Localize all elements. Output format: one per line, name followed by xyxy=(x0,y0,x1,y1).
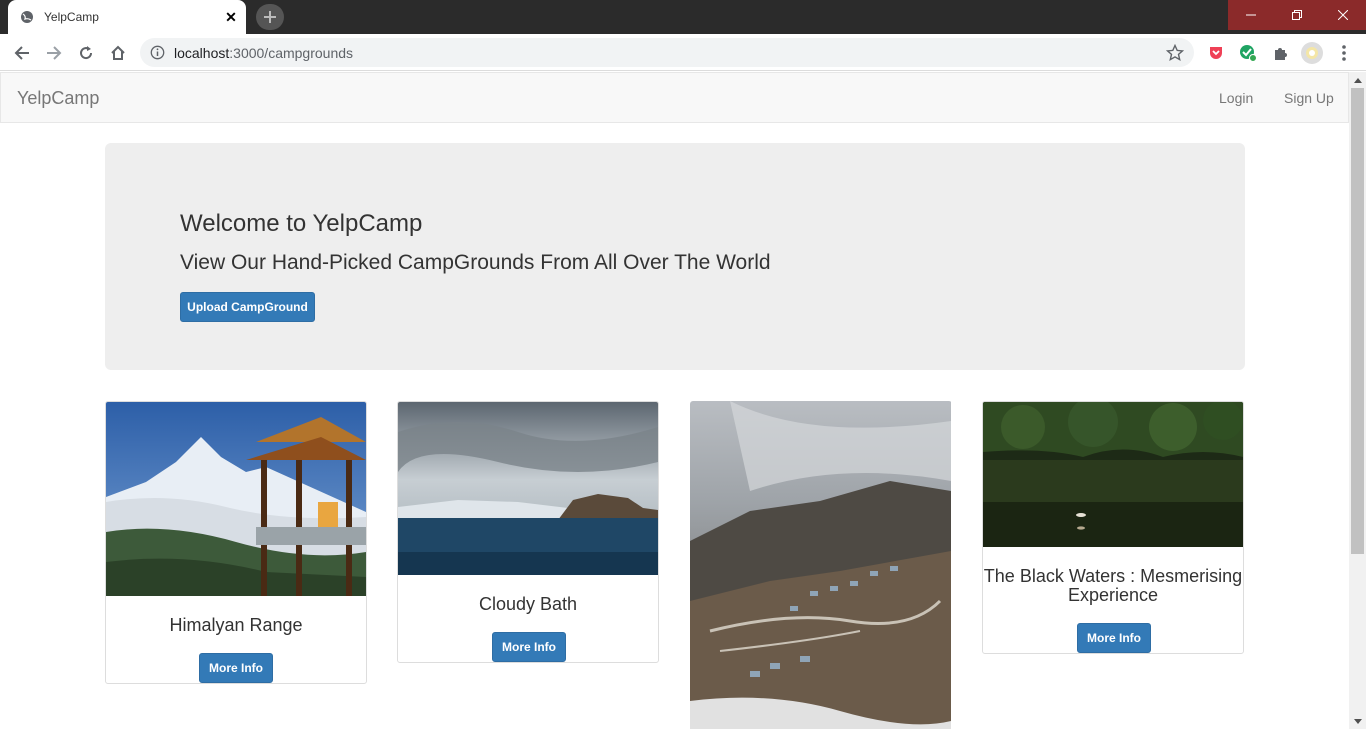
reload-button[interactable] xyxy=(75,42,97,64)
window-restore-button[interactable] xyxy=(1274,0,1320,30)
url-host: localhost xyxy=(174,45,230,61)
scroll-down-arrow-icon[interactable] xyxy=(1349,713,1366,729)
browser-menu-button[interactable] xyxy=(1333,42,1355,64)
campground-image xyxy=(398,402,658,575)
grammarly-extension-button[interactable] xyxy=(1237,42,1259,64)
window-minimize-button[interactable] xyxy=(1228,0,1274,30)
more-info-button[interactable]: More Info xyxy=(1077,623,1151,653)
campground-card: Himalyan Range More Info xyxy=(105,401,367,684)
plus-icon xyxy=(264,11,276,23)
avatar-icon xyxy=(1301,42,1323,64)
page-viewport: YelpCamp Login Sign Up Welcome to YelpCa… xyxy=(0,72,1349,729)
scroll-up-arrow-icon[interactable] xyxy=(1349,72,1366,88)
kebab-menu-icon xyxy=(1342,45,1346,61)
bookmark-star-icon[interactable] xyxy=(1166,44,1184,62)
campground-card: Cloudy Bath More Info xyxy=(397,401,659,663)
url-text[interactable]: localhost:3000/campgrounds xyxy=(174,45,353,61)
campground-image xyxy=(983,402,1243,547)
url-path: :3000/campgrounds xyxy=(229,45,354,61)
profile-avatar[interactable] xyxy=(1301,42,1323,64)
window-close-button[interactable] xyxy=(1320,0,1366,30)
puzzle-icon xyxy=(1275,48,1287,60)
minimize-icon xyxy=(1246,14,1256,16)
globe-icon xyxy=(21,11,33,23)
arrow-left-icon xyxy=(14,46,29,60)
tab-close-icon[interactable]: ✕ xyxy=(222,8,240,26)
scrollbar-thumb[interactable] xyxy=(1351,88,1364,554)
extensions-button[interactable] xyxy=(1269,42,1291,64)
restore-icon xyxy=(1292,10,1302,20)
upload-campground-button[interactable]: Upload CampGround xyxy=(180,292,315,322)
site-navbar: YelpCamp Login Sign Up xyxy=(0,72,1349,123)
campground-name: The Black Waters : Mesmerising Experienc… xyxy=(983,566,1243,605)
home-icon xyxy=(111,45,125,60)
login-link[interactable]: Login xyxy=(1219,90,1253,106)
jumbotron-subtitle: View Our Hand-Picked CampGrounds From Al… xyxy=(180,251,771,274)
pocket-extension-button[interactable] xyxy=(1205,42,1227,64)
back-button[interactable] xyxy=(11,42,33,64)
browser-titlebar: YelpCamp ✕ xyxy=(0,0,1366,34)
campground-card: The Black Waters : Mesmerising Experienc… xyxy=(982,401,1244,654)
extension-shield-icon xyxy=(1240,45,1257,62)
address-bar[interactable]: localhost:3000/campgrounds xyxy=(140,38,1194,67)
campground-card xyxy=(690,401,952,729)
jumbotron: Welcome to YelpCamp View Our Hand-Picked… xyxy=(105,143,1245,370)
campground-image xyxy=(106,402,366,596)
signup-link[interactable]: Sign Up xyxy=(1284,90,1334,106)
reload-icon xyxy=(80,46,93,60)
more-info-button[interactable]: More Info xyxy=(199,653,273,683)
info-icon[interactable] xyxy=(150,45,165,60)
more-info-button[interactable]: More Info xyxy=(492,632,566,662)
campground-name: Cloudy Bath xyxy=(478,594,578,614)
tab-title: YelpCamp xyxy=(44,10,99,24)
home-button[interactable] xyxy=(107,42,129,64)
jumbotron-title: Welcome to YelpCamp xyxy=(180,210,423,237)
forward-button[interactable] xyxy=(43,42,65,64)
new-tab-button[interactable] xyxy=(256,4,284,30)
close-icon xyxy=(1338,10,1348,20)
pocket-icon xyxy=(1210,47,1222,59)
page-scrollbar[interactable] xyxy=(1349,72,1366,729)
campground-image xyxy=(690,401,951,729)
arrow-right-icon xyxy=(47,46,62,60)
navbar-brand[interactable]: YelpCamp xyxy=(17,88,99,109)
browser-toolbar: localhost:3000/campgrounds xyxy=(0,34,1366,71)
campground-name: Himalyan Range xyxy=(169,615,303,635)
browser-tab[interactable]: YelpCamp ✕ xyxy=(8,0,246,34)
